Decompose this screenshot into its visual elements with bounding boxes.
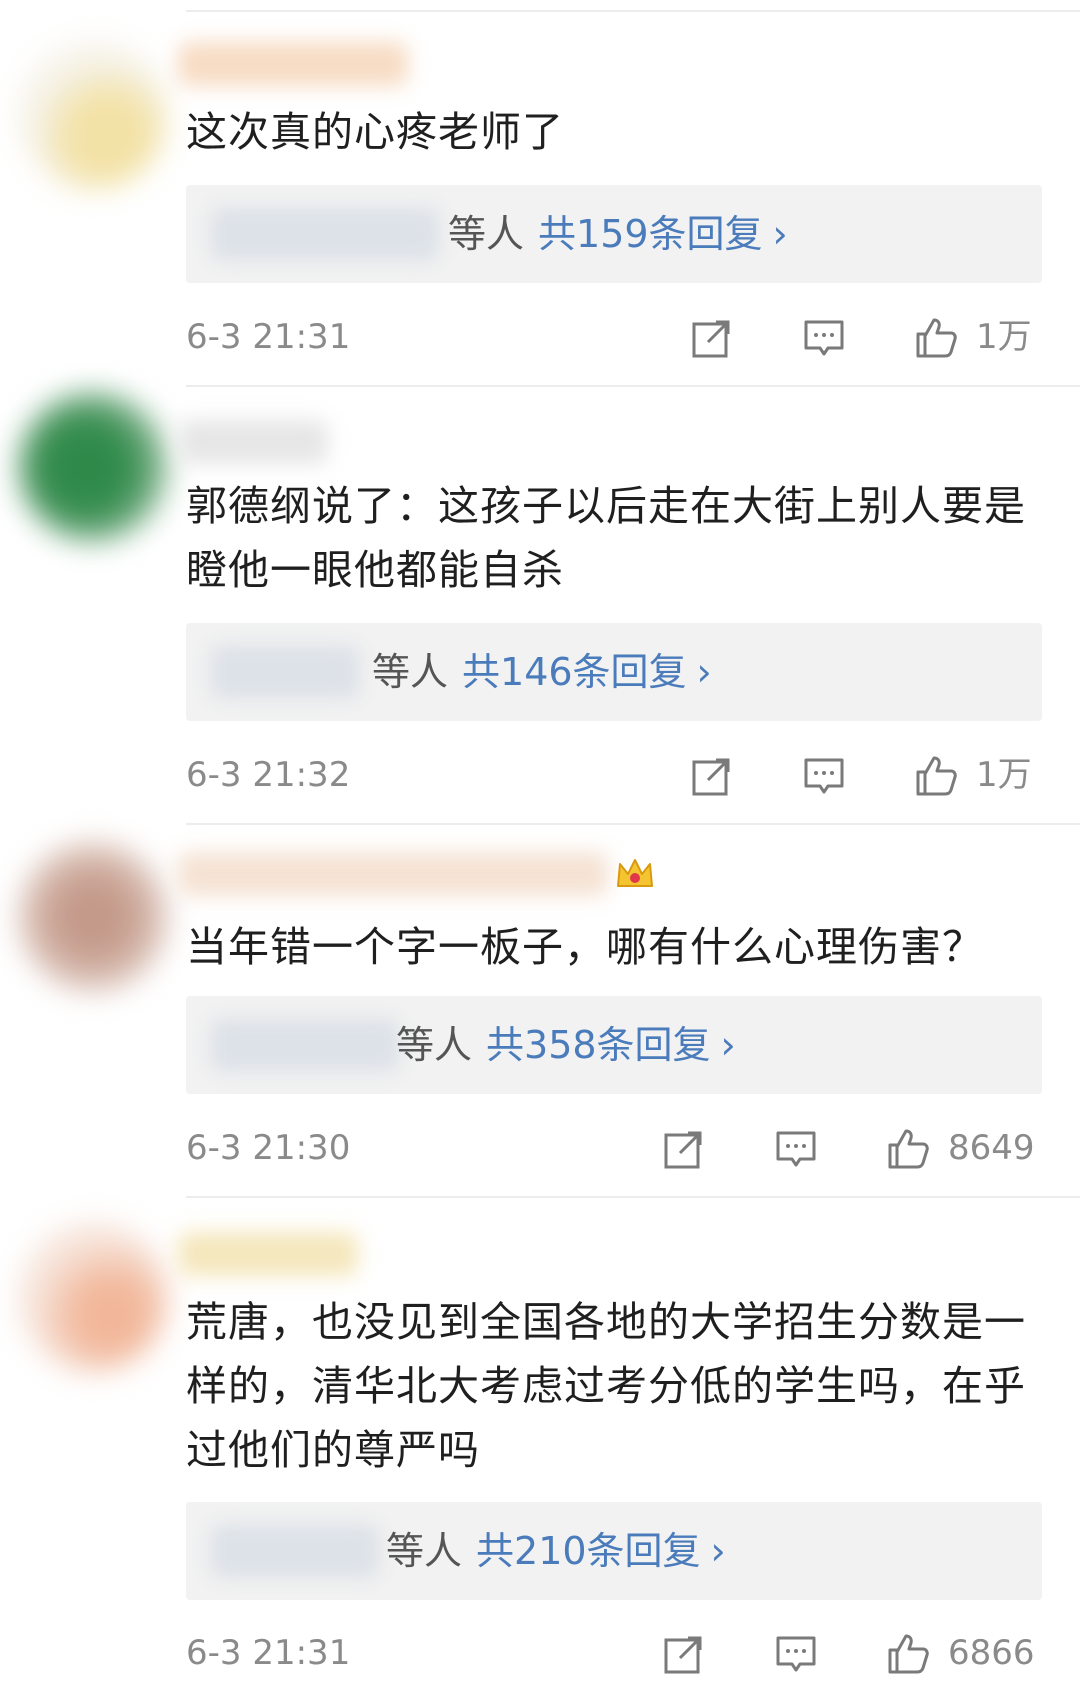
reply-summary[interactable]: 等人 共146条回复 ›: [372, 643, 712, 701]
reply-count-link[interactable]: 共146条回复: [462, 650, 687, 694]
thumbs-up-icon[interactable]: [914, 316, 958, 360]
comment-meta: 6-3 21:32 1万: [186, 750, 1040, 800]
comment-divider: [186, 385, 1080, 387]
thumbs-up-icon[interactable]: [886, 1632, 930, 1676]
reply-summary[interactable]: 等人 共159条回复 ›: [448, 205, 788, 263]
reply-summary[interactable]: 等人 共210条回复 ›: [386, 1522, 726, 1580]
comment-meta: 6-3 21:30 8649: [186, 1123, 1040, 1173]
comment-text: 荒唐，也没见到全国各地的大学招生分数是一样的，清华北大考虑过考分低的学生吗，在乎…: [186, 1298, 1026, 1474]
timestamp: 6-3 21:31: [186, 317, 351, 357]
avatar[interactable]: [18, 40, 168, 190]
comment-text: 当年错一个字一板子，哪有什么心理伤害？: [186, 923, 984, 971]
chevron-right-icon: ›: [696, 650, 712, 694]
timestamp: 6-3 21:31: [186, 1633, 351, 1673]
top-divider: [186, 10, 1080, 12]
reply-preview[interactable]: 等人 共210条回复 ›: [186, 1502, 1042, 1600]
reply-count-link[interactable]: 共159条回复: [538, 212, 763, 256]
reply-who: 等人: [372, 650, 449, 694]
chevron-right-icon: ›: [772, 212, 788, 256]
comment-icon[interactable]: [802, 754, 846, 798]
thumbs-up-icon[interactable]: [886, 1127, 930, 1171]
like-count: 1万: [976, 317, 1032, 357]
crown-icon: [617, 859, 653, 887]
like-count: 6866: [948, 1633, 1035, 1673]
comment-divider: [186, 823, 1080, 825]
comment-divider: [186, 1196, 1080, 1198]
comment-meta: 6-3 21:31 1万: [186, 312, 1040, 362]
reply-users: [210, 1524, 380, 1578]
thumbs-up-icon[interactable]: [914, 754, 958, 798]
username[interactable]: [178, 1232, 358, 1276]
reply-users: [210, 207, 440, 261]
like-count: 8649: [948, 1128, 1035, 1168]
reply-count-link[interactable]: 共358条回复: [486, 1023, 711, 1067]
reply-preview[interactable]: 等人 共358条回复 ›: [186, 996, 1042, 1094]
username[interactable]: [178, 852, 608, 896]
reply-count-link[interactable]: 共210条回复: [476, 1529, 701, 1573]
share-icon[interactable]: [690, 316, 734, 360]
reply-who: 等人: [448, 212, 525, 256]
comment-icon[interactable]: [774, 1632, 818, 1676]
like-count: 1万: [976, 755, 1032, 795]
comment-text: 这次真的心疼老师了: [186, 108, 564, 156]
username[interactable]: [178, 42, 408, 86]
reply-preview[interactable]: 等人 共159条回复 ›: [186, 185, 1042, 283]
reply-who: 等人: [386, 1529, 463, 1573]
comment-text: 郭德纲说了：这孩子以后走在大街上别人要是瞪他一眼他都能自杀: [186, 482, 1026, 594]
timestamp: 6-3 21:30: [186, 1128, 351, 1168]
chevron-right-icon: ›: [710, 1529, 726, 1573]
comment-icon[interactable]: [802, 316, 846, 360]
share-icon[interactable]: [662, 1127, 706, 1171]
chevron-right-icon: ›: [720, 1023, 736, 1067]
comment-icon[interactable]: [774, 1127, 818, 1171]
share-icon[interactable]: [690, 754, 734, 798]
avatar[interactable]: [18, 842, 168, 992]
reply-users: [210, 1018, 400, 1072]
avatar[interactable]: [18, 1222, 168, 1372]
timestamp: 6-3 21:32: [186, 755, 351, 795]
reply-summary[interactable]: 等人 共358条回复 ›: [396, 1016, 736, 1074]
reply-preview[interactable]: 等人 共146条回复 ›: [186, 623, 1042, 721]
reply-who: 等人: [396, 1023, 473, 1067]
username[interactable]: [178, 420, 328, 464]
avatar[interactable]: [18, 392, 168, 542]
reply-users: [210, 645, 360, 699]
comment-meta: 6-3 21:31 6866: [186, 1628, 1040, 1678]
share-icon[interactable]: [662, 1632, 706, 1676]
